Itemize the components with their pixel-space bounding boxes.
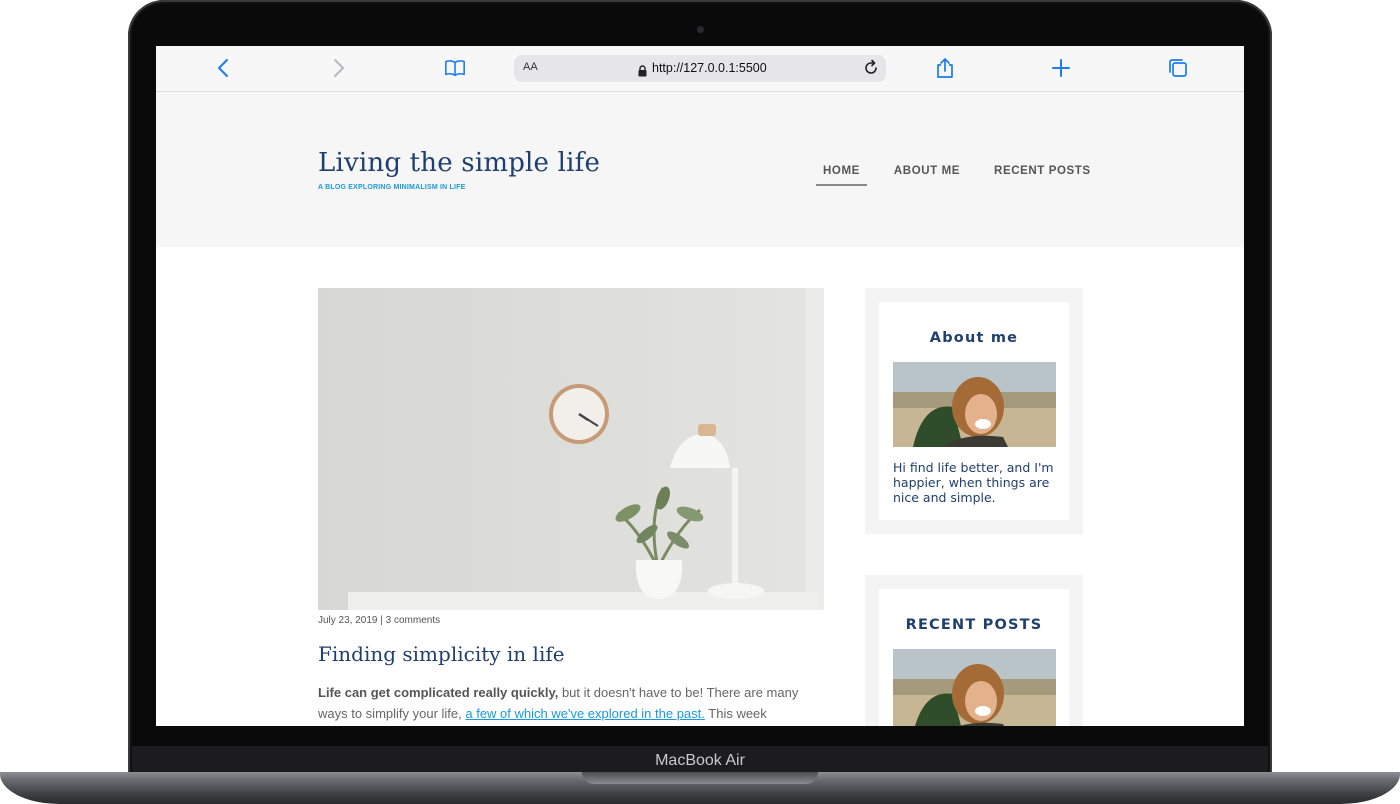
nav-item-home[interactable]: HOME (816, 165, 867, 186)
main-nav: HOME ABOUT ME RECENT POSTS (816, 165, 1098, 186)
site-tagline: A BLOG EXPLORING MINIMALISM IN LIFE (318, 184, 466, 191)
post-title[interactable]: Finding simplicity in life (318, 642, 565, 666)
forward-icon[interactable] (328, 57, 350, 79)
post-featured-image[interactable] (318, 288, 824, 610)
device-label: MacBook Air (655, 752, 745, 769)
nav-item-recent-posts[interactable]: RECENT POSTS (987, 165, 1098, 186)
recent-posts-title: RECENT POSTS (905, 617, 1043, 633)
new-tab-icon[interactable] (1050, 57, 1072, 79)
recent-posts-widget: RECENT POSTS (865, 575, 1083, 726)
nav-item-about-me[interactable]: ABOUT ME (887, 165, 967, 186)
about-me-text: Hi find life better, and I'm happier, wh… (893, 460, 1054, 505)
site-header: Living the simple life A BLOG EXPLORING … (156, 92, 1244, 247)
back-icon[interactable] (212, 57, 234, 79)
browser-screen: AA http://127.0.0.1:5500 Living the simp… (156, 46, 1244, 726)
excerpt-lead: Life can get complicated really quickly, (318, 685, 559, 700)
excerpt-link[interactable]: a few of which we've explored in the pas… (465, 706, 705, 721)
about-me-title: About me (929, 330, 1019, 346)
address-bar[interactable]: AA http://127.0.0.1:5500 (514, 55, 886, 82)
post-meta: July 23, 2019 | 3 comments (318, 615, 441, 626)
url-text[interactable]: http://127.0.0.1:5500 (652, 61, 767, 75)
bookmarks-icon[interactable] (444, 57, 466, 79)
post-excerpt: Life can get complicated really quickly,… (318, 682, 828, 724)
about-me-card: About me Hi find life better, and I'm ha… (879, 302, 1069, 520)
recent-posts-card: RECENT POSTS (879, 589, 1069, 726)
reload-icon[interactable] (862, 59, 880, 81)
browser-toolbar: AA http://127.0.0.1:5500 (156, 46, 1244, 92)
tabs-icon[interactable] (1167, 57, 1189, 79)
text-size-button[interactable]: AA (523, 61, 538, 73)
about-me-photo (893, 362, 1056, 447)
camera (697, 26, 704, 33)
recent-post-photo[interactable] (893, 649, 1056, 726)
lock-icon (638, 62, 647, 81)
site-title[interactable]: Living the simple life (318, 148, 600, 178)
excerpt-text-2: This week (704, 706, 767, 721)
about-me-widget: About me Hi find life better, and I'm ha… (865, 288, 1083, 534)
laptop-notch (582, 772, 818, 784)
share-icon[interactable] (934, 57, 956, 79)
